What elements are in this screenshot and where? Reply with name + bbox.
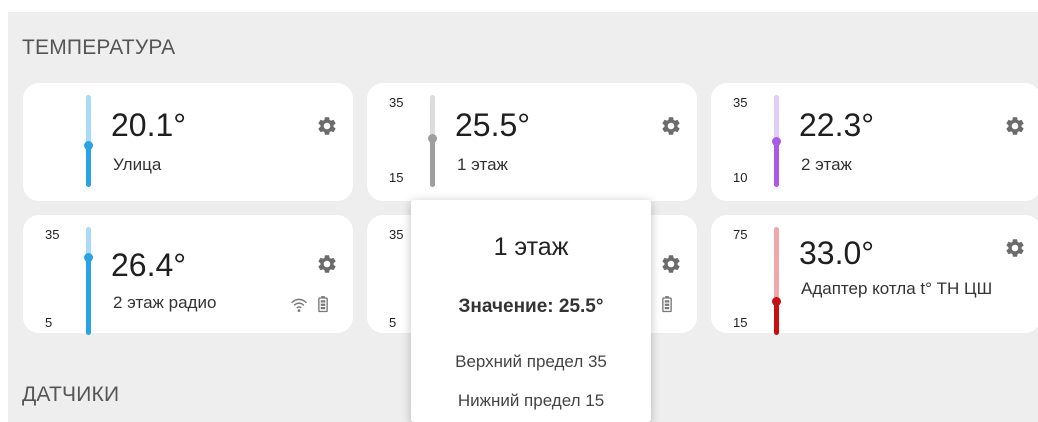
upper-limit-label: 35	[389, 227, 404, 242]
lower-limit-label: 10	[733, 170, 748, 185]
lower-limit-label: 15	[389, 170, 404, 185]
gear-icon[interactable]	[660, 253, 682, 275]
tooltip-lower-limit: Нижний предел 15	[457, 391, 605, 410]
temperature-value: 33.0°	[799, 235, 875, 271]
gear-icon[interactable]	[660, 115, 682, 137]
temperature-value: 20.1°	[111, 107, 187, 143]
sensor-card-outside[interactable]: 20.1° Улица	[23, 83, 353, 201]
lower-limit-label: 5	[45, 315, 53, 330]
gear-icon[interactable]	[316, 115, 338, 137]
section-title-sensors: ДАТЧИКИ	[22, 383, 120, 406]
sensor-card-floor-1[interactable]: 35 15 25.5° 1 этаж	[367, 83, 697, 201]
sensor-card-floor-2[interactable]: 35 10 22.3° 2 этаж	[711, 83, 1038, 201]
sensor-tooltip: 1 этаж Значение: 25.5° Верхний предел 35…	[411, 200, 651, 422]
gear-icon[interactable]	[1004, 115, 1026, 137]
gear-icon[interactable]	[316, 253, 338, 275]
lower-limit-label: 15	[733, 315, 748, 330]
tooltip-upper-limit: Верхний предел 35	[455, 352, 607, 371]
upper-limit-label: 35	[733, 95, 748, 110]
lower-limit-label: 5	[389, 315, 397, 330]
sensor-name: 2 этаж	[801, 155, 852, 174]
temperature-value: 26.4°	[111, 247, 187, 283]
upper-limit-label: 75	[733, 227, 748, 242]
battery-icon	[662, 296, 672, 313]
sensor-name: 2 этаж радио	[113, 293, 217, 312]
sensor-card-boiler-adapter[interactable]: 75 15 33.0° Адаптер котла t° ТН ЦШ	[711, 215, 1038, 335]
temperature-bar	[772, 95, 781, 187]
upper-limit-label: 35	[389, 95, 404, 110]
gear-icon[interactable]	[1004, 237, 1026, 259]
temperature-bar	[428, 95, 437, 187]
battery-icon	[318, 296, 328, 313]
temperature-value: 22.3°	[799, 107, 875, 143]
temperature-value: 25.5°	[455, 107, 531, 143]
sensor-name: Адаптер котла t° ТН ЦШ	[801, 279, 993, 298]
tooltip-value: Значение: 25.5°	[458, 296, 604, 317]
section-title-temperature: ТЕМПЕРАТУРА	[22, 36, 176, 59]
sensor-name: Улица	[113, 155, 162, 174]
sensor-card-floor-2-radio[interactable]: 35 5 26.4° 2 этаж радио	[23, 215, 353, 335]
tooltip-title: 1 этаж	[493, 233, 569, 261]
temperature-bar	[84, 227, 93, 335]
wifi-icon	[291, 298, 307, 312]
temperature-bar	[772, 227, 781, 335]
temperature-bar	[84, 95, 93, 187]
upper-limit-label: 35	[45, 227, 60, 242]
sensor-name: 1 этаж	[457, 155, 508, 174]
